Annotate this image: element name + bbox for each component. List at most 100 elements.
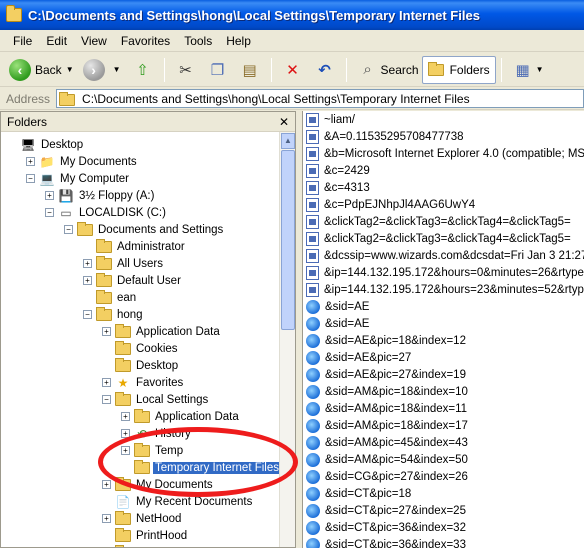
expand-icon[interactable]: + — [102, 480, 111, 489]
tree-node[interactable]: + My Documents — [102, 476, 215, 493]
expand-icon[interactable]: + — [102, 514, 111, 523]
tree-node-label[interactable]: Application Data — [153, 411, 241, 423]
tree-node[interactable]: +SendTo — [102, 544, 177, 547]
tree-node-label[interactable]: ean — [115, 292, 138, 304]
tree-node[interactable]: + Default User — [83, 272, 183, 289]
undo-button[interactable]: ↶ — [309, 56, 341, 84]
expand-icon[interactable]: + — [121, 412, 130, 421]
tree-node[interactable]: + All Users — [83, 255, 165, 272]
tree-node[interactable]: − Documents and Settings — [64, 221, 225, 238]
file-list-item[interactable]: &sid=AE — [303, 298, 584, 315]
tree-node-label[interactable]: PrintHood — [134, 530, 189, 542]
tree-node-label[interactable]: NetHood — [134, 513, 183, 525]
tree-node-label[interactable]: Temp — [153, 445, 185, 457]
expand-icon[interactable]: + — [83, 276, 92, 285]
file-list-item[interactable]: &b=Microsoft Internet Explorer 4.0 (comp… — [303, 145, 584, 162]
tree-node[interactable]: + 💾 3½ Floppy (A:) — [45, 187, 156, 204]
collapse-icon[interactable]: − — [102, 395, 111, 404]
back-button[interactable]: ‹ Back ▼ — [6, 56, 80, 84]
tree-node-label[interactable]: Desktop — [134, 360, 180, 372]
tree-node[interactable]: 📄 My Recent Documents — [102, 493, 254, 510]
menu-tools[interactable]: Tools — [177, 34, 219, 48]
tree-node[interactable]: − ▭ LOCALDISK (C:) — [45, 204, 168, 221]
collapse-icon[interactable]: − — [45, 208, 54, 217]
file-list-item[interactable]: &sid=AM&pic=45&index=43 — [303, 434, 584, 451]
expand-icon[interactable]: + — [26, 157, 35, 166]
file-list-item[interactable]: &c=2429 — [303, 162, 584, 179]
tree-node-label[interactable]: hong — [115, 309, 145, 321]
tree-node[interactable]: Administrator — [83, 238, 187, 255]
views-button[interactable]: ▦ ▼ — [507, 56, 550, 84]
scrollbar-thumb[interactable] — [281, 150, 295, 330]
file-list-item[interactable]: &A=0.11535295708477738 — [303, 128, 584, 145]
tree-node[interactable]: Temporary Internet Files — [121, 459, 281, 476]
tree-node[interactable]: − 💻 My Computer — [26, 170, 131, 187]
tree-node-label[interactable]: Desktop — [39, 139, 85, 151]
collapse-icon[interactable]: − — [64, 225, 73, 234]
expand-icon[interactable]: + — [121, 446, 130, 455]
tree-node[interactable]: + 📁 My Documents — [26, 153, 139, 170]
tree-node[interactable]: ean — [83, 289, 138, 306]
tree-node-label[interactable]: Administrator — [115, 241, 187, 253]
file-list-item[interactable]: &sid=CT&pic=27&index=25 — [303, 502, 584, 519]
file-list-item[interactable]: &sid=AE&pic=27&index=19 — [303, 366, 584, 383]
tree-node[interactable]: + ⟲ History — [121, 425, 193, 442]
menu-view[interactable]: View — [74, 34, 114, 48]
file-list-item[interactable]: &sid=AM&pic=54&index=50 — [303, 451, 584, 468]
tree-node-label[interactable]: My Documents — [58, 156, 139, 168]
menu-favorites[interactable]: Favorites — [114, 34, 177, 48]
file-list-item[interactable]: &sid=CT&pic=36&index=32 — [303, 519, 584, 536]
menu-edit[interactable]: Edit — [39, 34, 74, 48]
file-list-item[interactable]: &ip=144.132.195.172&hours=23&minutes=52&… — [303, 281, 584, 298]
tree-node[interactable]: Desktop — [102, 357, 180, 374]
expand-icon[interactable]: + — [83, 259, 92, 268]
tree-node[interactable]: + NetHood — [102, 510, 183, 527]
tree-node-label[interactable]: Local Settings — [134, 394, 210, 406]
delete-button[interactable]: ✕ — [277, 56, 309, 84]
copy-button[interactable]: ❐ — [202, 56, 234, 84]
paste-button[interactable]: ▤ — [234, 56, 266, 84]
tree-node-label[interactable]: LOCALDISK (C:) — [77, 207, 168, 219]
tree-node[interactable]: + ★ Favorites — [102, 374, 185, 391]
menu-help[interactable]: Help — [219, 34, 258, 48]
file-list-item[interactable]: &sid=AE — [303, 315, 584, 332]
tree-node[interactable]: + Application Data — [121, 408, 241, 425]
file-list-item[interactable]: &clickTag2=&clickTag3=&clickTag4=&clickT… — [303, 213, 584, 230]
tree-node-label[interactable]: Default User — [115, 275, 183, 287]
expand-icon[interactable]: + — [102, 327, 111, 336]
tree-node[interactable]: + Application Data — [102, 323, 222, 340]
file-list-item[interactable]: &sid=CT&pic=36&index=33 — [303, 536, 584, 548]
tree-node-label[interactable]: My Recent Documents — [134, 496, 254, 508]
file-list-item[interactable]: &clickTag2=&clickTag3=&clickTag4=&clickT… — [303, 230, 584, 247]
tree-node-label[interactable]: My Computer — [58, 173, 131, 185]
file-list-item[interactable]: &dcssip=www.wizards.com&dcsdat=Fri Jan 3… — [303, 247, 584, 264]
chevron-down-icon[interactable]: ▼ — [113, 65, 121, 74]
collapse-icon[interactable]: − — [83, 310, 92, 319]
forward-button[interactable]: › ▼ — [80, 56, 127, 84]
collapse-icon[interactable]: − — [26, 174, 35, 183]
folders-scrollbar[interactable]: ▲ — [279, 132, 295, 547]
tree-node[interactable]: − Local Settings — [102, 391, 210, 408]
tree-node-label[interactable]: My Documents — [134, 479, 215, 491]
close-icon[interactable]: ✕ — [279, 115, 289, 129]
file-list-item[interactable]: &sid=CG&pic=27&index=26 — [303, 468, 584, 485]
file-list-item[interactable]: &c=PdpEJNhpJl4AAG6UwY4 — [303, 196, 584, 213]
expand-icon[interactable]: + — [45, 191, 54, 200]
file-list-item[interactable]: &sid=CT&pic=18 — [303, 485, 584, 502]
file-list-item[interactable]: &ip=144.132.195.172&hours=0&minutes=26&r… — [303, 264, 584, 281]
file-list-item[interactable]: &c=4313 — [303, 179, 584, 196]
address-input[interactable]: C:\Documents and Settings\hong\Local Set… — [56, 89, 584, 108]
file-list-item[interactable]: &sid=AE&pic=27 — [303, 349, 584, 366]
menu-file[interactable]: File — [6, 34, 39, 48]
tree-node[interactable]: 🖥 Desktop — [7, 136, 85, 153]
tree-node-label[interactable]: History — [153, 428, 193, 440]
scroll-up-arrow-icon[interactable]: ▲ — [281, 133, 295, 149]
tree-node-label[interactable]: All Users — [115, 258, 165, 270]
tree-node[interactable]: PrintHood — [102, 527, 189, 544]
tree-node-label[interactable]: Application Data — [134, 326, 222, 338]
expand-icon[interactable]: + — [102, 378, 111, 387]
file-list-item[interactable]: &sid=AM&pic=18&index=10 — [303, 383, 584, 400]
file-list-item[interactable]: &sid=AM&pic=18&index=17 — [303, 417, 584, 434]
tree-node-label[interactable]: Favorites — [134, 377, 185, 389]
file-list-item[interactable]: ~liam/ — [303, 111, 584, 128]
